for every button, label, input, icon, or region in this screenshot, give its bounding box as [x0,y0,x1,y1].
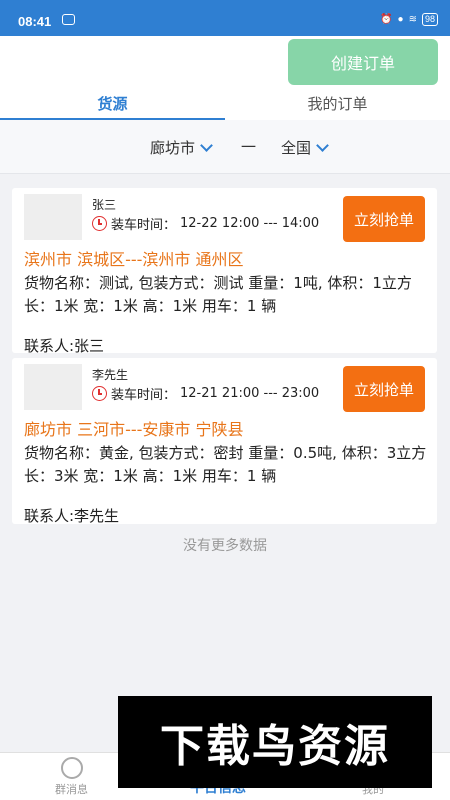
load-time: 装车时间： 12-21 21:00 --- 23:00 [92,384,319,403]
location-status-icon: ● [397,14,404,25]
nav-group-messages-label: 群消息 [55,783,88,796]
avatar [24,364,82,410]
chevron-down-icon [316,138,329,152]
cargo-description: 货物名称：黄金, 包装方式：密封 重量：0.5吨, 体积：3立方 长：3米 宽：… [24,444,427,485]
shipper-name: 李先生 [92,368,129,382]
tab-my-orders[interactable]: 我的订单 [225,90,450,120]
avatar [24,194,82,240]
battery-icon: 98 [421,13,438,26]
status-time: 08:41 [18,14,52,29]
load-time: 装车时间： 12-22 12:00 --- 14:00 [92,214,319,233]
destination-filter-label: 全国 [281,139,312,157]
route-text: 廊坊市 三河市---安康市 宁陕县 [24,420,244,439]
grab-order-button[interactable]: 立刻抢单 [343,196,425,242]
tab-cargo-source[interactable]: 货源 [0,90,225,120]
watermark-text: 下载鸟资源 [160,721,390,772]
status-icons: ⏰ ● ≋ 98 [380,13,438,26]
contact-person: 联系人:李先生 [24,507,120,525]
route-text: 滨州市 滨城区---滨州市 通州区 [24,250,244,269]
create-order-button[interactable]: 创建订单 [288,39,438,85]
cargo-description: 货物名称：测试, 包装方式：测试 重量：1吨, 体积：1立方 长：1米 宽：1米… [24,274,412,315]
filter-separator: 一 [241,138,257,156]
top-bar: 创建订单 [0,36,450,90]
no-more-data-text: 没有更多数据 [183,538,267,554]
order-card[interactable]: 李先生 装车时间： 12-21 21:00 --- 23:00 立刻抢单 廊坊市… [12,358,437,525]
wifi-status-icon: ≋ [408,14,417,25]
origin-filter-dropdown[interactable]: 廊坊市 [150,137,213,158]
grab-order-button[interactable]: 立刻抢单 [343,366,425,412]
origin-filter-label: 廊坊市 [150,139,196,157]
load-time-value: 12-22 12:00 --- 14:00 [180,216,320,231]
load-time-label: 装车时间： [111,218,177,233]
shipper-name: 张三 [92,198,117,212]
notification-icon [62,14,75,25]
destination-filter-dropdown[interactable]: 全国 [281,137,329,158]
chat-icon [60,757,83,779]
alarm-status-icon: ⏰ [380,14,393,25]
chevron-down-icon [200,138,213,152]
status-bar: 08:41 ⏰ ● ≋ 98 [0,0,450,36]
load-time-value: 12-21 21:00 --- 23:00 [180,386,320,401]
load-time-label: 装车时间： [111,388,177,403]
alarm-clock-icon [92,216,107,231]
route-filter-bar: 廊坊市 一 全国 [0,120,450,174]
tab-bar: 货源 我的订单 [0,90,450,120]
watermark-overlay: 下载鸟资源 [118,696,432,788]
order-card[interactable]: 张三 装车时间： 12-22 12:00 --- 14:00 立刻抢单 滨州市 … [12,188,437,355]
nav-group-messages[interactable]: 群消息 [55,757,88,797]
contact-person: 联系人:张三 [24,337,105,355]
alarm-clock-icon [92,386,107,401]
